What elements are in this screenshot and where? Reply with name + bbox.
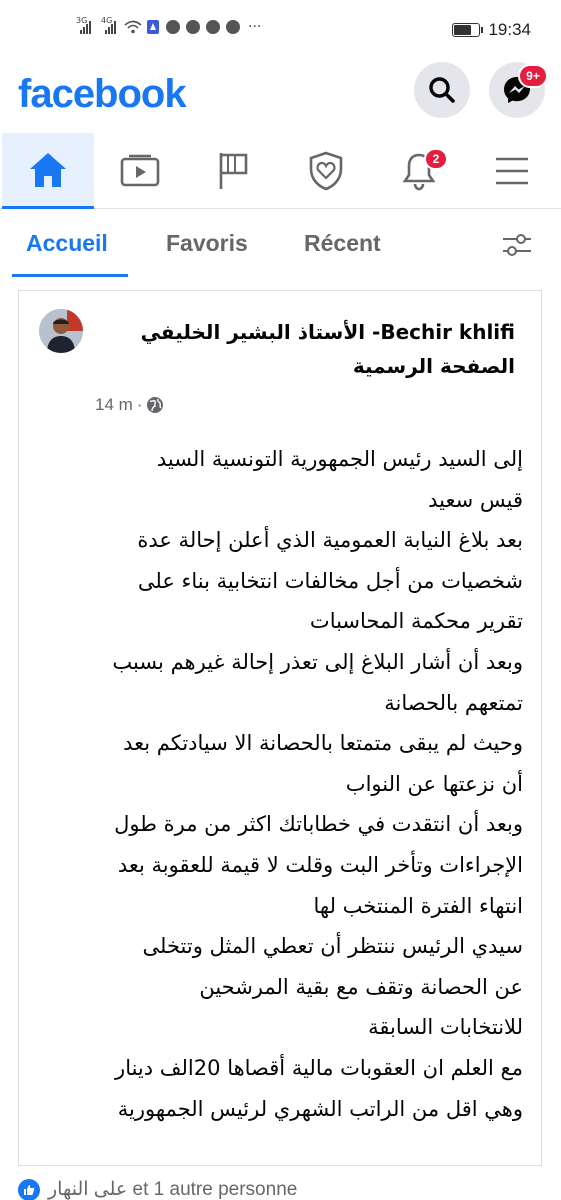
chat-icon <box>166 20 180 34</box>
profile-photo <box>39 309 83 353</box>
nav-notifications[interactable] <box>373 133 465 209</box>
post-card: Bechir khlifi- الأستاذ البشير الخليفي ال… <box>18 290 542 1166</box>
signal-icon: 3G <box>76 16 91 34</box>
tab-accueil[interactable]: Accueil <box>26 230 108 257</box>
tab-favoris[interactable]: Favoris <box>166 230 248 257</box>
post-line: وبعد أن انتقدت في خطاباتك اكثر من مرة طو… <box>114 812 523 837</box>
facebook-logo[interactable]: facebook <box>18 72 187 117</box>
search-button[interactable] <box>414 62 470 118</box>
post-line: للانتخابات السابقة <box>368 1015 523 1040</box>
post-line: انتهاء الفترة المنتخب لها <box>313 893 523 918</box>
post-line: أن نزعتها عن النواب <box>345 771 523 796</box>
nav-watch[interactable] <box>94 133 186 209</box>
messenger-status-icon <box>206 20 220 34</box>
post-line: شخصيات من أجل مخالفات انتخابية بناء على <box>137 568 523 593</box>
search-icon <box>429 77 455 103</box>
post-meta: 14 m · <box>95 395 164 415</box>
nav-home[interactable] <box>2 133 94 209</box>
messenger-badge: 9+ <box>518 64 548 88</box>
home-icon <box>30 152 66 187</box>
menu-icon <box>496 157 528 185</box>
battery-icon <box>452 23 484 37</box>
shield-heart-icon <box>309 151 343 191</box>
post-line: قيس سعيد <box>428 487 523 512</box>
clock: 19:34 <box>488 20 531 39</box>
meta-separator: · <box>136 395 143 414</box>
post-line: سيدي الرئيس ننتظر أن تعطي المثل وتتخلى <box>142 934 523 959</box>
post-author[interactable]: Bechir khlifi- الأستاذ البشير الخليفي ال… <box>95 315 515 383</box>
reactions-text: على النهار et 1 autre personne <box>48 1179 298 1200</box>
signal-icon-2: 4G <box>101 16 116 34</box>
post-line: تمتعهم بالحصانة <box>384 690 523 715</box>
status-icons: 3G 4G ··· <box>76 16 262 35</box>
post-text: إلى السيد رئيس الجمهورية التونسية السيد ق… <box>33 439 523 1129</box>
post-line: بعد بلاغ النيابة العمومية الذي أعلن إحال… <box>137 528 523 553</box>
post-line: الإجراءات وتأخر البت وقلت لا قيمة للعقوب… <box>117 852 523 877</box>
reactions-summary[interactable]: على النهار et 1 autre personne <box>18 1178 297 1200</box>
more-notifications-icon: ··· <box>248 19 262 35</box>
post-line: تقرير محكمة المحاسبات <box>309 609 523 634</box>
pocket-icon <box>186 20 200 34</box>
pages-icon <box>219 153 248 189</box>
watch-icon <box>120 154 160 187</box>
tab-recent[interactable]: Récent <box>304 230 381 257</box>
vpn-icon <box>147 20 159 34</box>
post-line: عن الحصانة وتقف مع بقية المرشحين <box>199 974 523 999</box>
nav-menu[interactable] <box>466 133 558 209</box>
status-bar: 3G 4G ··· 19:34 <box>0 0 561 62</box>
wifi-icon <box>124 20 142 34</box>
notifications-badge: 2 <box>424 148 448 170</box>
nav-dating[interactable] <box>280 133 372 209</box>
like-icon <box>18 1178 40 1200</box>
app-header: facebook <box>0 62 561 132</box>
post-line: وهي اقل من الراتب الشهري لرئيس الجمهورية <box>117 1096 523 1121</box>
nav-pages[interactable] <box>187 133 279 209</box>
active-tab-indicator <box>12 274 128 277</box>
post-line: وحيث لم يبقى متمتعا بالحصانة الا سيادتكم… <box>123 731 523 756</box>
avatar[interactable] <box>39 309 83 353</box>
main-nav <box>0 133 561 209</box>
post-line: مع العلم ان العقوبات مالية أقصاها 20الف … <box>115 1055 523 1080</box>
facebook-status-icon <box>226 20 240 34</box>
status-right: 19:34 <box>452 20 531 40</box>
post-time[interactable]: 14 m <box>95 395 133 415</box>
post-line: إلى السيد رئيس الجمهورية التونسية السيد <box>156 447 523 471</box>
post-line: وبعد أن أشار البلاغ إلى تعذر إحالة غيرهم… <box>112 649 523 674</box>
filter-icon[interactable] <box>501 232 533 258</box>
globe-icon[interactable] <box>146 396 164 414</box>
feed-tabs: Accueil Favoris Récent <box>0 210 561 278</box>
